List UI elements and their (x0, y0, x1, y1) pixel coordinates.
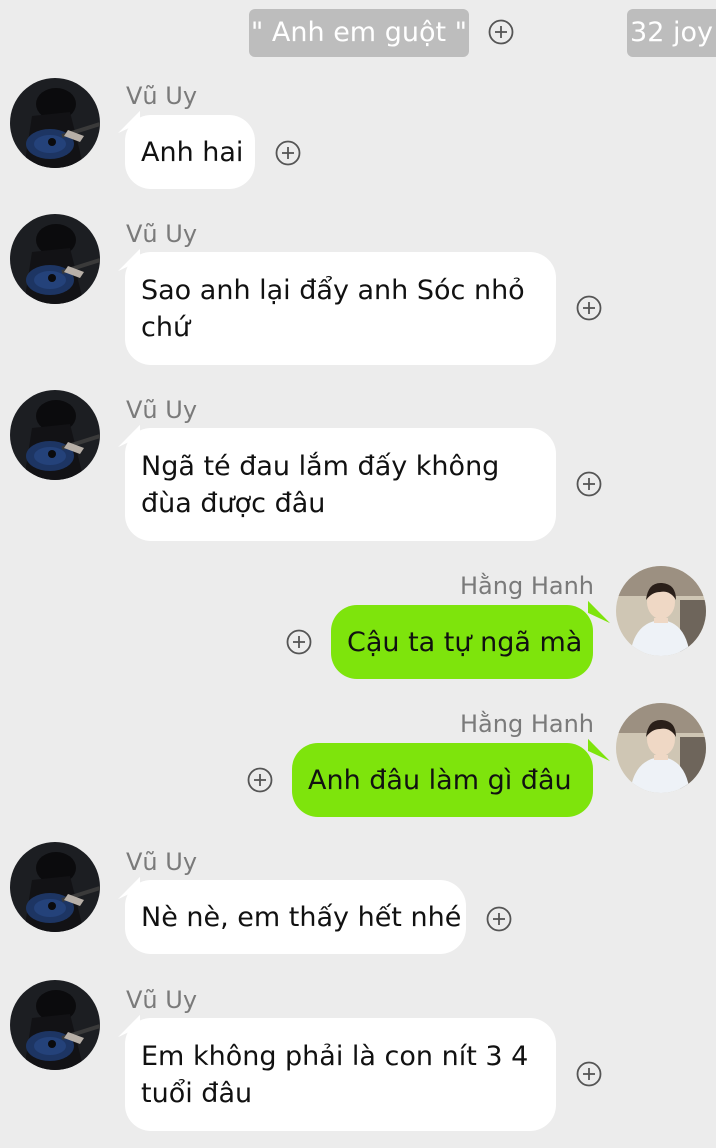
add-reaction-icon[interactable] (275, 140, 301, 166)
bubble-tail (588, 600, 610, 624)
add-reaction-icon[interactable] (486, 906, 512, 932)
sender-name: Vũ Uy (126, 986, 198, 1014)
guitar-player-avatar[interactable] (10, 78, 100, 168)
guitar-player-avatar[interactable] (10, 980, 100, 1070)
add-reaction-icon[interactable] (576, 471, 602, 497)
message-bubble[interactable]: Sao anh lại đẩy anh Sóc nhỏ chứ (125, 252, 556, 365)
guitar-player-avatar[interactable] (10, 214, 100, 304)
message-bubble[interactable]: Em không phải là con nít 3 4 tuổi đâu (125, 1018, 556, 1131)
add-reaction-icon[interactable] (576, 295, 602, 321)
add-reaction-icon[interactable] (286, 629, 312, 655)
bubble-tail (588, 738, 610, 762)
message-bubble[interactable]: Anh đâu làm gì đâu (292, 743, 593, 817)
add-reaction-icon[interactable] (576, 1061, 602, 1087)
message-bubble[interactable]: Nè nè, em thấy hết nhé (125, 880, 466, 954)
boy-portrait-avatar[interactable] (616, 566, 706, 656)
sender-name: Vũ Uy (126, 220, 198, 248)
sender-name: Vũ Uy (126, 82, 198, 110)
group-name-pill[interactable]: " Anh em guột " (249, 9, 469, 57)
add-member-icon[interactable] (488, 19, 514, 45)
add-reaction-icon[interactable] (247, 767, 273, 793)
member-count-badge[interactable]: 32 joy (627, 9, 716, 57)
sender-name: Vũ Uy (126, 848, 198, 876)
guitar-player-avatar[interactable] (10, 390, 100, 480)
message-bubble[interactable]: Anh hai (125, 115, 255, 189)
message-bubble[interactable]: Ngã té đau lắm đấy không đùa được đâu (125, 428, 556, 541)
boy-portrait-avatar[interactable] (616, 703, 706, 793)
sender-name: Hằng Hanh (460, 572, 595, 600)
message-bubble[interactable]: Cậu ta tự ngã mà (331, 605, 593, 679)
guitar-player-avatar[interactable] (10, 842, 100, 932)
sender-name: Hằng Hanh (460, 710, 595, 738)
sender-name: Vũ Uy (126, 396, 198, 424)
